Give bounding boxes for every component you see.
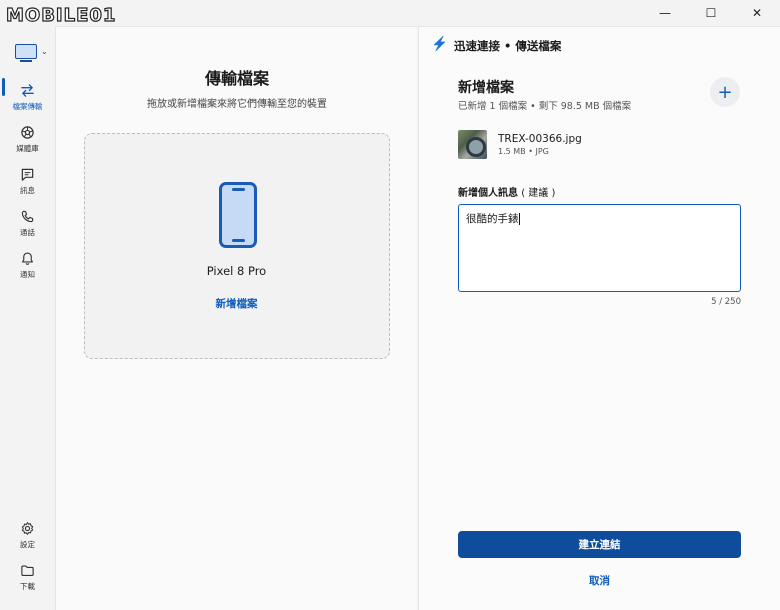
phone-icon <box>20 208 36 224</box>
message-text: 很酷的手錶 <box>466 213 519 225</box>
text-caret <box>518 213 520 225</box>
sidebar-item-label: 設定 <box>20 540 35 549</box>
lightning-icon <box>431 35 448 56</box>
device-name: Pixel 8 Pro <box>206 264 267 278</box>
maximize-button[interactable]: ☐ <box>688 0 734 26</box>
sidebar-item-notifications[interactable]: 通知 <box>0 250 55 280</box>
panel-header-title: 迅速連接 • 傳送檔案 <box>454 38 562 53</box>
personal-message-input[interactable]: 很酷的手錶 <box>458 204 741 292</box>
character-count: 5 / 250 <box>711 297 741 307</box>
close-button[interactable]: ✕ <box>734 0 780 26</box>
minimize-button[interactable]: — <box>642 0 688 26</box>
sidebar-item-label: 通話 <box>20 228 35 237</box>
sidebar-item-file-transfer[interactable]: 檔案傳輸 <box>0 82 55 112</box>
sidebar-item-label: 訊息 <box>20 186 35 195</box>
page-title: 傳輸檔案 <box>204 69 269 88</box>
chevron-down-icon: ⌄ <box>41 46 48 56</box>
sidebar: ⌄ 檔案傳輸 媒體庫 訊息 通話 通知 設定 下載 <box>0 26 55 610</box>
sidebar-item-calls[interactable]: 通話 <box>0 208 55 238</box>
gear-icon <box>20 520 36 536</box>
file-name: TREX-00366.jpg <box>498 133 582 145</box>
send-panel: 迅速連接 • 傳送檔案 新增檔案 已新增 1 個檔案 • 剩下 98.5 MB … <box>418 26 780 610</box>
message-label-text: 新增個人訊息 <box>458 188 518 199</box>
device-selector[interactable]: ⌄ <box>15 40 49 62</box>
sidebar-item-label: 檔案傳輸 <box>12 102 43 111</box>
add-files-title: 新增檔案 <box>458 80 514 96</box>
folder-icon <box>20 562 36 578</box>
sidebar-item-media[interactable]: 媒體庫 <box>0 124 55 154</box>
add-files-summary: 已新增 1 個檔案 • 剩下 98.5 MB 個檔案 <box>458 101 632 112</box>
file-drop-zone[interactable]: Pixel 8 Pro 新增檔案 <box>84 133 390 359</box>
photos-icon <box>20 124 36 140</box>
file-list-item[interactable]: TREX-00366.jpg 1.5 MB • JPG <box>458 130 582 159</box>
sidebar-item-downloads[interactable]: 下載 <box>0 562 55 592</box>
messages-icon <box>20 166 36 182</box>
transfer-icon <box>20 82 36 98</box>
title-bar: MOBILE01 — ☐ ✕ <box>0 0 780 27</box>
add-file-button[interactable]: + <box>710 77 740 107</box>
message-label-hint: ( 建議 ) <box>521 188 556 199</box>
sidebar-item-settings[interactable]: 設定 <box>0 520 55 550</box>
cancel-button[interactable]: 取消 <box>458 573 741 588</box>
message-label: 新增個人訊息 ( 建議 ) <box>458 184 555 199</box>
file-thumbnail <box>458 130 487 159</box>
phone-device-icon <box>219 182 257 248</box>
sidebar-item-label: 媒體庫 <box>16 144 39 153</box>
laptop-icon <box>15 43 37 62</box>
file-meta: 1.5 MB • JPG <box>498 147 549 156</box>
sidebar-item-label: 通知 <box>20 270 35 279</box>
window-controls: — ☐ ✕ <box>642 0 780 26</box>
bell-icon <box>20 250 36 266</box>
transfer-panel: 傳輸檔案 拖放或新增檔案來將它們傳輸至您的裝置 Pixel 8 Pro 新增檔案 <box>55 26 417 610</box>
panel-header: 迅速連接 • 傳送檔案 <box>431 35 561 56</box>
create-link-button[interactable]: 建立連結 <box>458 531 741 558</box>
page-subtitle: 拖放或新增檔案來將它們傳輸至您的裝置 <box>147 99 327 110</box>
sidebar-item-label: 下載 <box>20 582 35 591</box>
sidebar-item-messages[interactable]: 訊息 <box>0 166 55 196</box>
add-files-link[interactable]: 新增檔案 <box>85 296 388 311</box>
